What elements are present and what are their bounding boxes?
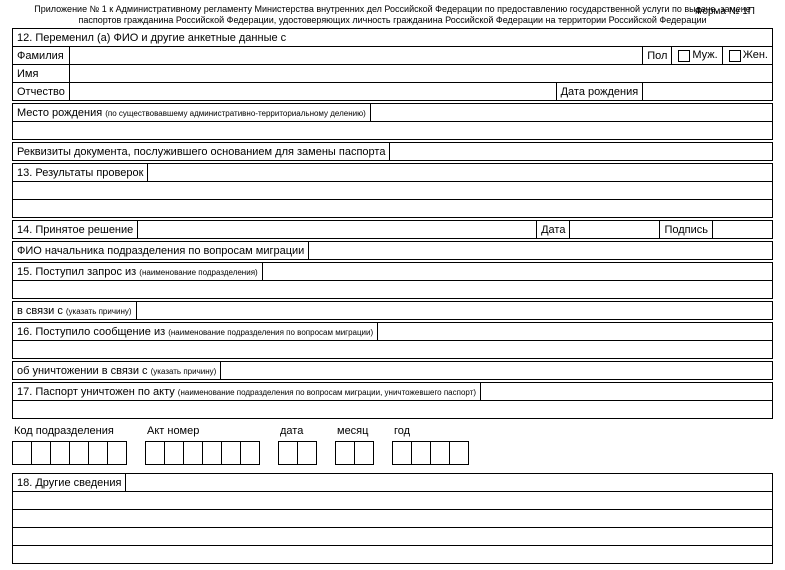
field-name[interactable] xyxy=(69,65,772,83)
section-16-destroy: об уничтожении в связи с (указать причин… xyxy=(12,361,773,380)
checkbox-male[interactable] xyxy=(678,50,690,62)
section-18: 18. Другие сведения xyxy=(12,473,773,564)
section-12: 12. Переменил (а) ФИО и другие анкетные … xyxy=(12,28,773,101)
field-pob[interactable] xyxy=(370,104,772,122)
field-patronymic[interactable] xyxy=(69,83,556,101)
field-pob-2[interactable] xyxy=(13,122,773,140)
sex-male-cell: Муж. xyxy=(672,47,722,65)
field-s18-4[interactable] xyxy=(13,528,773,546)
field-s13-3[interactable] xyxy=(13,200,773,218)
label-doc: Реквизиты документа, послужившего основа… xyxy=(13,143,390,161)
field-s14-signature[interactable] xyxy=(713,221,773,239)
s15-reason-sub: (указать причину) xyxy=(66,307,132,316)
label-pob: Место рождения (по существовавшему админ… xyxy=(13,104,371,122)
s15-sub: (наименование подразделения) xyxy=(139,268,257,277)
field-s13-2[interactable] xyxy=(13,182,773,200)
s12-title: 12. Переменил (а) ФИО и другие анкетные … xyxy=(13,29,773,47)
field-surname[interactable] xyxy=(69,47,642,65)
section-15-reason: в связи с (указать причину) xyxy=(12,301,773,320)
s16-sub: (наименование подразделения по вопросам … xyxy=(168,328,373,337)
field-s18-5[interactable] xyxy=(13,546,773,564)
label-name: Имя xyxy=(13,65,70,83)
label-boxes-year: год xyxy=(394,425,469,437)
code-boxes-row: Код подразделения Акт номер дата месяц г… xyxy=(12,425,773,465)
section-12-doc: Реквизиты документа, послужившего основа… xyxy=(12,142,773,161)
s17-title: 17. Паспорт уничтожен по акту (наименова… xyxy=(13,383,481,401)
label-s14-signature: Подпись xyxy=(660,221,713,239)
group-year: год xyxy=(392,425,469,465)
field-s16-destroy[interactable] xyxy=(221,362,773,380)
section-14: 14. Принятое решение Дата Подпись xyxy=(12,220,773,239)
s13-title: 13. Результаты проверок xyxy=(13,164,148,182)
section-16: 16. Поступило сообщение из (наименование… xyxy=(12,322,773,359)
section-17: 17. Паспорт уничтожен по акту (наименова… xyxy=(12,382,773,419)
header-line-2: паспортов гражданина Российской Федераци… xyxy=(12,15,773,26)
label-s14-date: Дата xyxy=(537,221,570,239)
field-s18-2[interactable] xyxy=(13,492,773,510)
field-doc[interactable] xyxy=(390,143,773,161)
field-s18[interactable] xyxy=(126,474,773,492)
cells-act-no[interactable] xyxy=(145,441,260,465)
pob-sub: (по существовавшему административно-терр… xyxy=(105,109,366,118)
s18-title: 18. Другие сведения xyxy=(13,474,126,492)
s16-title: 16. Поступило сообщение из (наименование… xyxy=(13,323,378,341)
field-s15[interactable] xyxy=(262,263,772,281)
label-male: Муж. xyxy=(692,49,717,61)
section-13: 13. Результаты проверок xyxy=(12,163,773,218)
label-boxes-month: месяц xyxy=(337,425,374,437)
s16-destroy-sub: (указать причину) xyxy=(151,367,217,376)
label-dob: Дата рождения xyxy=(556,83,643,101)
group-dept-code: Код подразделения xyxy=(12,425,127,465)
section-14-fio: ФИО начальника подразделения по вопросам… xyxy=(12,241,773,260)
field-s17[interactable] xyxy=(481,383,773,401)
group-act-no: Акт номер xyxy=(145,425,260,465)
s14-title: 14. Принятое решение xyxy=(13,221,138,239)
field-s16[interactable] xyxy=(378,323,773,341)
field-s17-2[interactable] xyxy=(13,401,773,419)
checkbox-female[interactable] xyxy=(729,50,741,62)
sex-female-cell: Жен. xyxy=(722,47,772,65)
label-s15-reason: в связи с (указать причину) xyxy=(13,302,137,320)
section-15: 15. Поступил запрос из (наименование под… xyxy=(12,262,773,299)
label-surname: Фамилия xyxy=(13,47,70,65)
cells-month[interactable] xyxy=(335,441,374,465)
label-sex: Пол xyxy=(643,47,672,65)
label-patronymic: Отчество xyxy=(13,83,70,101)
group-date: дата xyxy=(278,425,317,465)
field-s13[interactable] xyxy=(148,164,773,182)
label-fio-head: ФИО начальника подразделения по вопросам… xyxy=(13,242,309,260)
field-s16-2[interactable] xyxy=(13,341,773,359)
field-fio-head[interactable] xyxy=(309,242,773,260)
field-dob[interactable] xyxy=(643,83,773,101)
cells-dept-code[interactable] xyxy=(12,441,127,465)
field-s14-date[interactable] xyxy=(570,221,660,239)
header-line-1: Приложение № 1 к Административному регла… xyxy=(12,4,773,15)
field-s15-2[interactable] xyxy=(13,281,773,299)
group-month: месяц xyxy=(335,425,374,465)
label-s16-destroy: об уничтожении в связи с (указать причин… xyxy=(13,362,221,380)
section-12-pob: Место рождения (по существовавшему админ… xyxy=(12,103,773,140)
field-s18-3[interactable] xyxy=(13,510,773,528)
label-boxes-date: дата xyxy=(280,425,317,437)
form-number: Форма № 1П xyxy=(695,6,755,17)
s15-title: 15. Поступил запрос из (наименование под… xyxy=(13,263,263,281)
field-s14-decision[interactable] xyxy=(138,221,537,239)
label-female: Жен. xyxy=(743,49,768,61)
label-act-no: Акт номер xyxy=(147,425,260,437)
cells-date[interactable] xyxy=(278,441,317,465)
label-dept-code: Код подразделения xyxy=(14,425,127,437)
s17-sub: (наименование подразделения по вопросам … xyxy=(178,388,476,397)
cells-year[interactable] xyxy=(392,441,469,465)
field-s15-reason[interactable] xyxy=(136,302,772,320)
